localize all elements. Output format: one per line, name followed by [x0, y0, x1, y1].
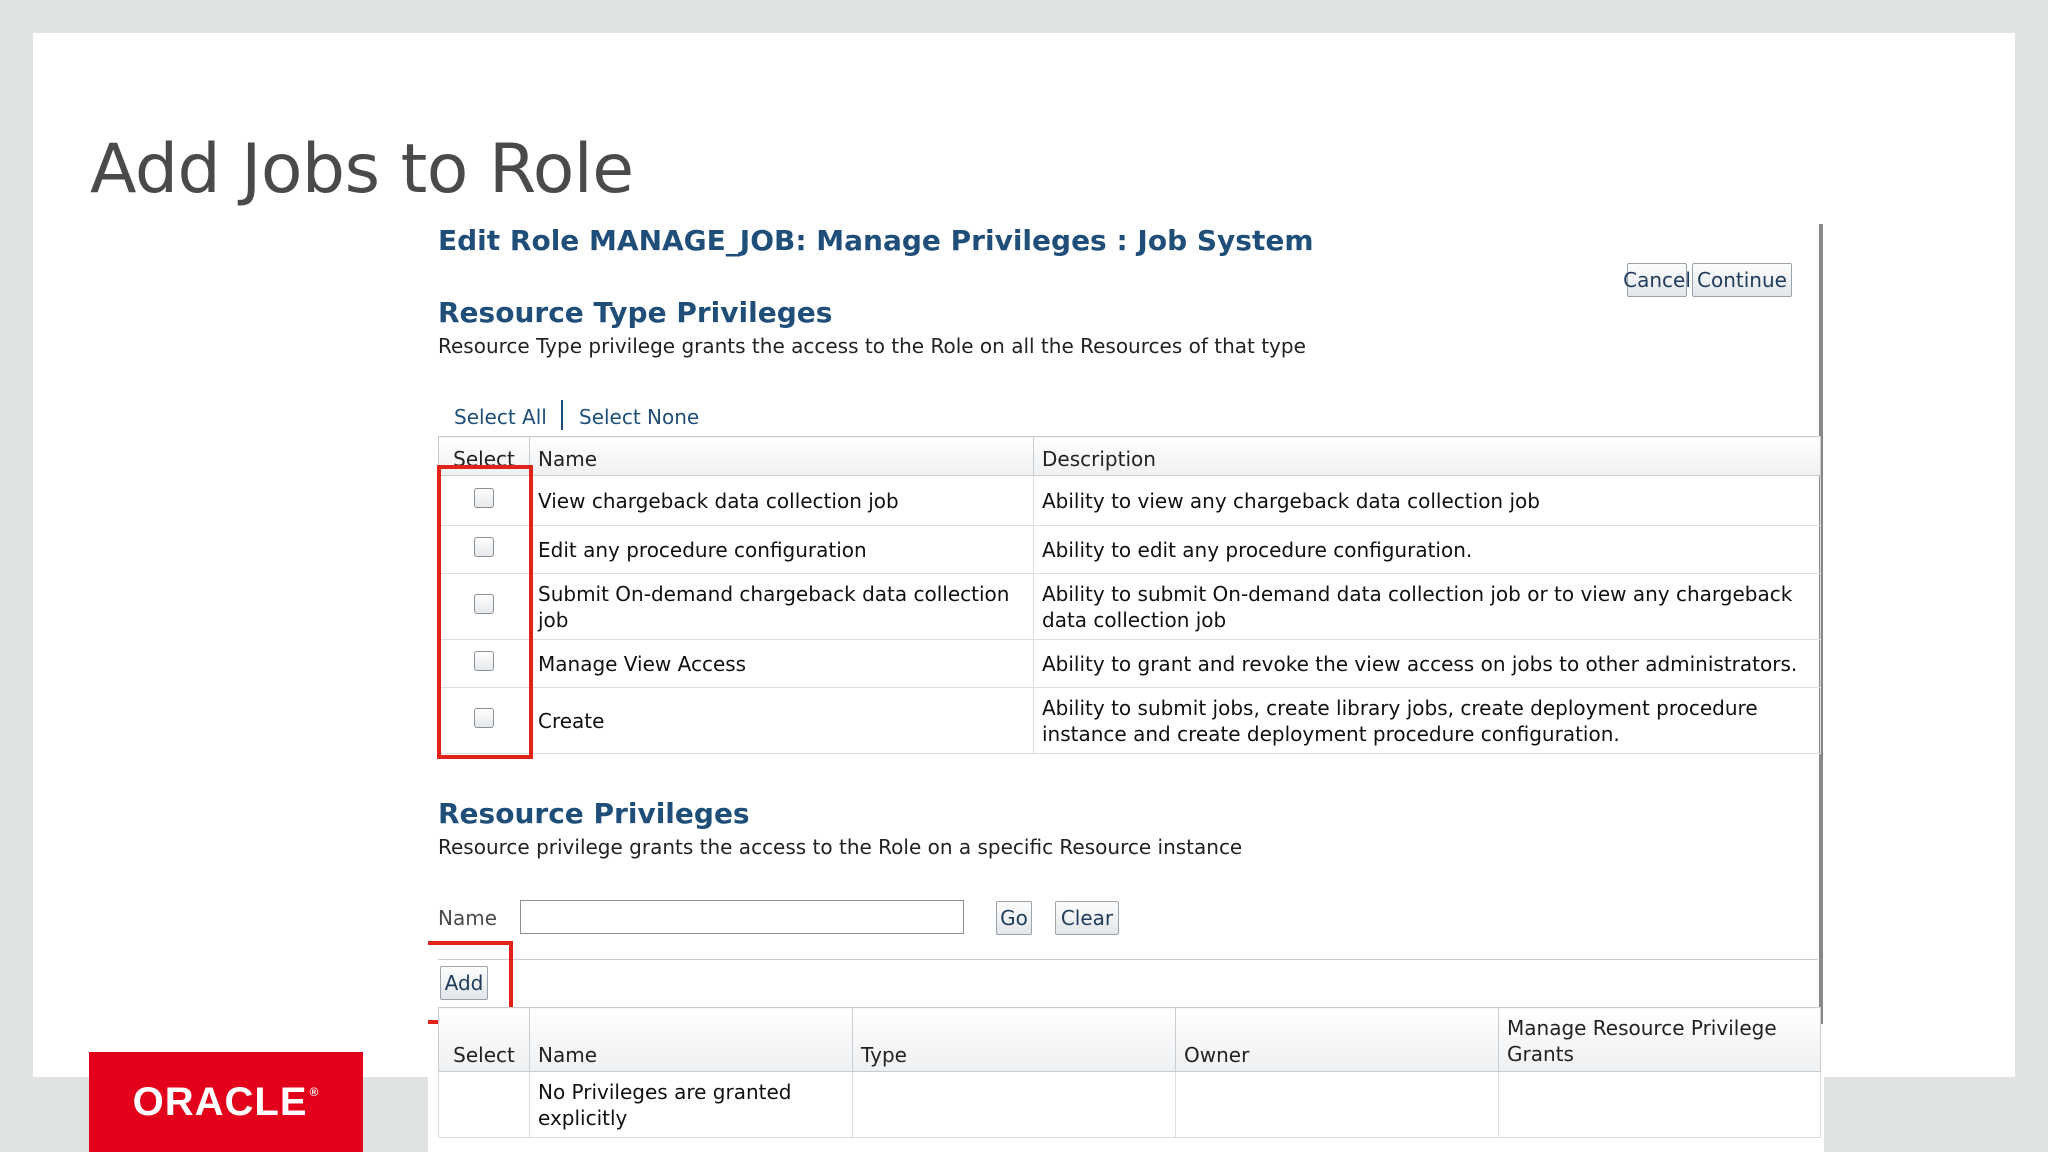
- resource-privileges-table: Select Name Type Owner Manage Resource P…: [438, 1007, 1821, 1138]
- oracle-logo-text: ORACLE: [132, 1079, 308, 1124]
- name-search-label: Name: [438, 906, 498, 930]
- privilege-name: Edit any procedure configuration: [529, 525, 1034, 574]
- table-row: No Privileges are granted explicitly: [438, 1071, 1821, 1138]
- privilege-name: View chargeback data collection job: [529, 475, 1034, 526]
- table-row: Create Ability to submit jobs, create li…: [438, 687, 1821, 754]
- column-header-owner: Owner: [1175, 1007, 1499, 1072]
- slide-title: Add Jobs to Role: [90, 130, 634, 209]
- checkbox-column-highlight: [437, 465, 533, 759]
- column-header-description: Description: [1033, 436, 1821, 476]
- table-row: Manage View Access Ability to grant and …: [438, 639, 1821, 688]
- cancel-button[interactable]: Cancel: [1623, 263, 1691, 297]
- page-title: Edit Role MANAGE_JOB: Manage Privileges …: [438, 224, 1314, 257]
- table-row: Edit any procedure configuration Ability…: [438, 525, 1821, 574]
- privilege-name: Submit On-demand chargeback data collect…: [529, 573, 1034, 640]
- privilege-description: Ability to view any chargeback data coll…: [1033, 475, 1821, 526]
- resource-privileges-description: Resource privilege grants the access to …: [438, 835, 1243, 859]
- column-header-manage-grants: Manage Resource Privilege Grants: [1498, 1007, 1821, 1072]
- privilege-name: Create: [529, 687, 1034, 754]
- empty-message: No Privileges are granted explicitly: [529, 1071, 853, 1138]
- resource-privileges-title: Resource Privileges: [438, 797, 750, 830]
- column-header-type: Type: [852, 1007, 1176, 1072]
- column-header-name: Name: [529, 436, 1034, 476]
- privilege-description: Ability to submit On-demand data collect…: [1033, 573, 1821, 640]
- screenshot-panel: Edit Role MANAGE_JOB: Manage Privileges …: [428, 220, 1824, 1152]
- privilege-name: Manage View Access: [529, 639, 1034, 688]
- select-none-link[interactable]: Select None: [579, 405, 699, 429]
- privilege-description: Ability to grant and revoke the view acc…: [1033, 639, 1821, 688]
- column-header-name: Name: [529, 1007, 853, 1072]
- link-separator: [561, 400, 563, 430]
- select-all-link[interactable]: Select All: [454, 405, 547, 429]
- resource-type-title: Resource Type Privileges: [438, 296, 833, 329]
- resource-type-table: Select Name Description View chargeback …: [438, 436, 1821, 754]
- column-header-select: Select: [438, 1007, 530, 1072]
- name-search-input[interactable]: [520, 900, 964, 934]
- table-row: Submit On-demand chargeback data collect…: [438, 573, 1821, 640]
- resource-type-description: Resource Type privilege grants the acces…: [438, 334, 1306, 358]
- clear-button[interactable]: Clear: [1055, 901, 1119, 935]
- privilege-description: Ability to submit jobs, create library j…: [1033, 687, 1821, 754]
- go-button[interactable]: Go: [996, 901, 1032, 935]
- oracle-logo: ORACLE ®: [89, 1052, 363, 1152]
- privilege-description: Ability to edit any procedure configurat…: [1033, 525, 1821, 574]
- divider: [438, 959, 1818, 960]
- table-row: View chargeback data collection job Abil…: [438, 475, 1821, 526]
- continue-button[interactable]: Continue: [1692, 263, 1792, 297]
